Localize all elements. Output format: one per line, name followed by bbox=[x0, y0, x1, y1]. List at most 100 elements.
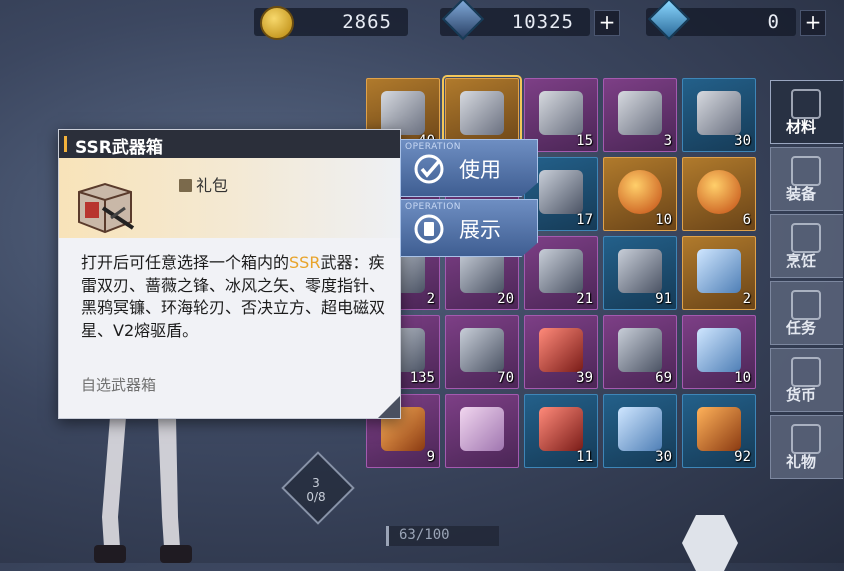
crystal-value: 10325 bbox=[511, 11, 574, 33]
item-count: 10 bbox=[734, 370, 751, 386]
use-label: 使用 bbox=[459, 158, 501, 182]
card-corner bbox=[378, 396, 400, 418]
inventory-slot[interactable]: 3 bbox=[603, 78, 677, 152]
chip-card-icon bbox=[539, 249, 583, 293]
sidebar-tab-label: 装备 bbox=[785, 185, 816, 203]
currency-icon bbox=[791, 357, 821, 387]
item-count: 39 bbox=[576, 370, 593, 386]
check-icon bbox=[414, 154, 444, 184]
red-core-icon bbox=[539, 328, 583, 372]
inventory-slot[interactable]: 69 bbox=[603, 315, 677, 389]
inventory-slot[interactable]: 11 bbox=[524, 394, 598, 468]
inventory-slot[interactable]: 21 bbox=[524, 236, 598, 310]
weapon-box-icon bbox=[78, 182, 135, 234]
desc-prefix: 打开后可任意选择一个箱内的 bbox=[81, 253, 290, 272]
gold-value: 2865 bbox=[342, 11, 392, 33]
inventory-slot[interactable]: 39 bbox=[524, 315, 598, 389]
item-count: 17 bbox=[576, 212, 593, 228]
gift-pack-icon bbox=[179, 179, 192, 192]
add-gem-button[interactable]: + bbox=[800, 10, 826, 36]
inventory-slot[interactable]: 92 bbox=[682, 394, 756, 468]
item-title: SSR武器箱 bbox=[75, 138, 163, 158]
sidebar-tab-label: 烹饪 bbox=[785, 252, 816, 270]
weapon-crate-icon bbox=[618, 91, 662, 135]
equipment-icon bbox=[791, 156, 821, 186]
inventory-slot[interactable]: 30 bbox=[682, 78, 756, 152]
core-device-icon bbox=[697, 249, 741, 293]
sidebar-tab-label: 材料 bbox=[785, 118, 816, 136]
stage-progress: 0/8 bbox=[306, 490, 326, 504]
gem-value: 0 bbox=[767, 11, 780, 33]
ring-core-icon bbox=[460, 328, 504, 372]
item-count: 10 bbox=[655, 212, 672, 228]
use-op-tag: OPERATION bbox=[405, 142, 462, 152]
show-button[interactable]: OPERATION 展示 bbox=[400, 199, 538, 257]
yellow-ring-icon bbox=[618, 328, 662, 372]
inventory-slot[interactable]: 10 bbox=[603, 157, 677, 231]
item-count: 21 bbox=[576, 291, 593, 307]
item-description: 打开后可任意选择一个箱内的SSR武器：疾雷双刃、蔷薇之锋、冰风之矢、零度指针、黑… bbox=[81, 252, 391, 342]
red-orb-icon bbox=[697, 170, 741, 214]
gold-coin-icon bbox=[260, 6, 294, 40]
inventory-slot[interactable]: 91 bbox=[603, 236, 677, 310]
materials-icon bbox=[791, 89, 821, 119]
item-count: 70 bbox=[497, 370, 514, 386]
item-count: 135 bbox=[409, 370, 435, 386]
item-count: 2 bbox=[426, 291, 435, 307]
weapon-box-icon bbox=[460, 91, 504, 135]
cube-chip-icon bbox=[539, 170, 583, 214]
item-count: 92 bbox=[734, 449, 751, 465]
item-type: 礼包 bbox=[179, 172, 228, 196]
sidebar-tab-label: 任务 bbox=[785, 319, 816, 337]
crystal-cube-icon bbox=[441, 0, 485, 41]
sidebar-tab[interactable]: 货币 bbox=[770, 348, 843, 412]
sidebar-tab-label: 礼物 bbox=[785, 453, 816, 471]
gem-counter: 0 + bbox=[646, 0, 826, 41]
show-label: 展示 bbox=[459, 218, 501, 242]
item-count: 30 bbox=[655, 449, 672, 465]
stage-info: 3 0/8 bbox=[300, 476, 332, 504]
inventory-slot[interactable]: 10 bbox=[682, 315, 756, 389]
item-count: 3 bbox=[663, 133, 672, 149]
show-op-tag: OPERATION bbox=[405, 202, 462, 212]
currency-bar: 2865 10325 + 0 + bbox=[0, 0, 844, 44]
inventory-slot[interactable] bbox=[445, 394, 519, 468]
character-legs bbox=[94, 417, 192, 563]
gift-icon bbox=[791, 424, 821, 454]
weapon-crate-icon bbox=[697, 91, 741, 135]
sidebar-tab[interactable]: 任务 bbox=[770, 281, 843, 345]
item-count: 9 bbox=[426, 449, 435, 465]
display-icon bbox=[414, 214, 444, 244]
sidebar-tab[interactable]: 装备 bbox=[770, 147, 843, 211]
inventory-slot[interactable]: 30 bbox=[603, 394, 677, 468]
desc-highlight: SSR bbox=[289, 253, 321, 272]
item-count: 91 bbox=[655, 291, 672, 307]
pink-crystal-icon bbox=[460, 407, 504, 451]
stage-number: 3 bbox=[312, 476, 320, 490]
item-count: 6 bbox=[742, 212, 751, 228]
add-crystal-button[interactable]: + bbox=[594, 10, 620, 36]
item-count: 69 bbox=[655, 370, 672, 386]
item-count: 11 bbox=[576, 449, 593, 465]
chip-card-icon bbox=[618, 249, 662, 293]
use-button[interactable]: OPERATION 使用 bbox=[400, 139, 538, 197]
gold-counter: 2865 bbox=[254, 6, 408, 40]
sidebar-tab[interactable]: 材料 bbox=[770, 80, 843, 144]
inventory-slot[interactable]: 6 bbox=[682, 157, 756, 231]
item-count: 2 bbox=[742, 291, 751, 307]
inventory-slot[interactable]: 70 bbox=[445, 315, 519, 389]
inventory-slot[interactable]: 2 bbox=[682, 236, 756, 310]
red-gem-icon bbox=[539, 407, 583, 451]
ice-crystal-icon bbox=[697, 328, 741, 372]
amber-ore-icon bbox=[697, 407, 741, 451]
item-count: 30 bbox=[734, 133, 751, 149]
blue-gem-icon bbox=[618, 407, 662, 451]
title-accent-bar bbox=[64, 136, 67, 152]
sidebar-tab[interactable]: 烹饪 bbox=[770, 214, 843, 278]
item-count: 15 bbox=[576, 133, 593, 149]
orange-orb-icon bbox=[618, 170, 662, 214]
cooking-icon bbox=[791, 223, 821, 253]
sidebar-tab[interactable]: 礼物 bbox=[770, 415, 843, 479]
item-count: 20 bbox=[497, 291, 514, 307]
quest-icon bbox=[791, 290, 821, 320]
